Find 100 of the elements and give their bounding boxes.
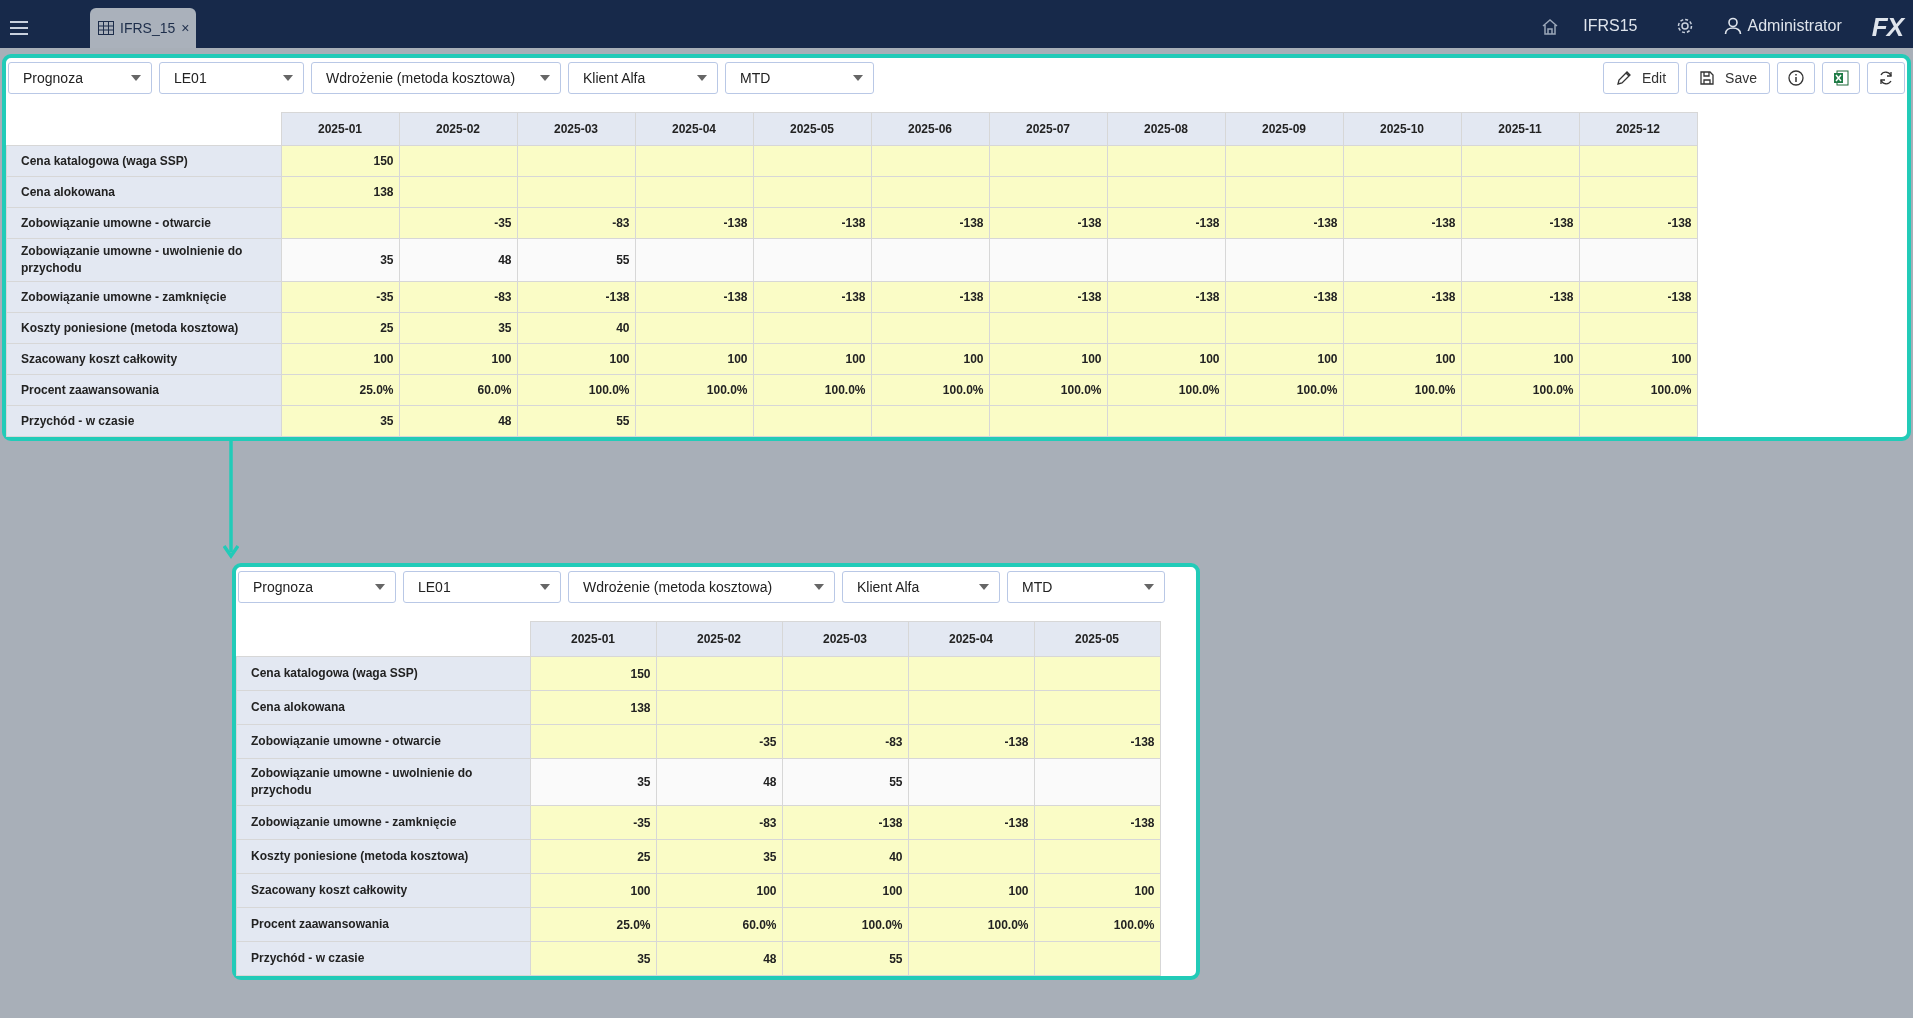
table-cell[interactable]: -138 (753, 207, 871, 239)
table-cell[interactable]: 60.0% (656, 907, 782, 942)
table-cell[interactable]: 60.0% (399, 374, 517, 406)
table-cell[interactable]: -138 (1034, 805, 1160, 840)
table-cell[interactable]: -138 (1107, 281, 1225, 313)
table-cell[interactable]: 100 (871, 343, 989, 375)
table-cell[interactable]: 100.0% (989, 374, 1107, 406)
table-cell[interactable]: 138 (530, 690, 656, 725)
table-cell[interactable]: 100.0% (1579, 374, 1697, 406)
table-cell[interactable]: 35 (399, 312, 517, 344)
table-cell[interactable]: -138 (871, 281, 989, 313)
table-cell[interactable]: 100.0% (1343, 374, 1461, 406)
table-cell[interactable]: 100.0% (1107, 374, 1225, 406)
table-cell[interactable]: 100 (635, 343, 753, 375)
table-cell[interactable]: 100 (1343, 343, 1461, 375)
table-cell[interactable]: 100.0% (908, 907, 1034, 942)
home-icon[interactable] (1541, 19, 1560, 35)
table-cell[interactable]: 100 (517, 343, 635, 375)
table-cell[interactable]: 25.0% (281, 374, 399, 406)
table-cell[interactable]: -138 (1034, 724, 1160, 759)
refresh-button[interactable] (1867, 62, 1905, 94)
table-cell[interactable]: 100 (1461, 343, 1579, 375)
dropdown[interactable]: MTD (1007, 571, 1165, 603)
table-cell[interactable]: 40 (517, 312, 635, 344)
table-cell[interactable]: 100 (530, 873, 656, 908)
table-cell[interactable]: 100 (989, 343, 1107, 375)
table-cell[interactable]: -138 (1343, 281, 1461, 313)
table-cell[interactable]: -138 (1461, 207, 1579, 239)
dropdown[interactable]: Klient Alfa (568, 62, 718, 94)
settings-icon[interactable] (1675, 17, 1694, 35)
table-cell[interactable]: 25 (281, 312, 399, 344)
close-button[interactable]: × (181, 20, 190, 36)
table-cell[interactable]: 100 (656, 873, 782, 908)
table-cell[interactable]: 100 (1107, 343, 1225, 375)
table-cell[interactable]: -138 (1225, 281, 1343, 313)
save-button[interactable]: Save (1686, 62, 1770, 94)
dropdown[interactable]: Prognoza (8, 62, 152, 94)
dropdown[interactable]: LE01 (159, 62, 304, 94)
edit-button[interactable]: Edit (1602, 62, 1680, 94)
table-cell[interactable]: -138 (1107, 207, 1225, 239)
table-cell[interactable]: 100.0% (635, 374, 753, 406)
table-cell[interactable]: -83 (399, 281, 517, 313)
table-cell[interactable]: -138 (782, 805, 908, 840)
table-cell[interactable]: 35 (530, 941, 656, 976)
table-cell[interactable]: -138 (1225, 207, 1343, 239)
table-cell[interactable]: 100 (1034, 873, 1160, 908)
table-cell[interactable]: -138 (635, 281, 753, 313)
table-cell[interactable]: 25 (530, 839, 656, 874)
table-cell[interactable]: 100 (1225, 343, 1343, 375)
tab[interactable]: IFRS_15 × (90, 8, 196, 48)
table-cell[interactable]: 55 (517, 405, 635, 437)
table-cell[interactable]: -138 (908, 724, 1034, 759)
table-cell[interactable]: 48 (656, 941, 782, 976)
table-cell[interactable]: 25.0% (530, 907, 656, 942)
table-cell[interactable]: 100.0% (1034, 907, 1160, 942)
dropdown[interactable]: Wdrożenie (metoda kosztowa) (568, 571, 835, 603)
dropdown[interactable]: MTD (725, 62, 874, 94)
table-cell[interactable]: 100 (281, 343, 399, 375)
table-cell[interactable]: 100 (908, 873, 1034, 908)
user-menu[interactable]: Administrator (1723, 17, 1842, 35)
table-cell[interactable]: -35 (530, 805, 656, 840)
table-cell[interactable]: 100 (1579, 343, 1697, 375)
table-cell[interactable]: 35 (281, 405, 399, 437)
table-cell[interactable]: 100.0% (1461, 374, 1579, 406)
excel-button[interactable] (1822, 62, 1860, 94)
table-cell[interactable]: -35 (281, 281, 399, 313)
table-cell[interactable]: -138 (1461, 281, 1579, 313)
table-cell[interactable]: -138 (517, 281, 635, 313)
table-cell[interactable]: -35 (656, 724, 782, 759)
table-cell[interactable]: 55 (782, 941, 908, 976)
table-cell[interactable]: -83 (782, 724, 908, 759)
table-cell[interactable]: 100.0% (871, 374, 989, 406)
table-cell[interactable]: -83 (656, 805, 782, 840)
table-cell[interactable]: -138 (871, 207, 989, 239)
table-cell[interactable]: -138 (989, 281, 1107, 313)
table-cell[interactable]: -83 (517, 207, 635, 239)
dropdown[interactable]: Prognoza (238, 571, 396, 603)
table-cell[interactable]: 100 (782, 873, 908, 908)
table-cell[interactable]: 100.0% (753, 374, 871, 406)
dropdown[interactable]: LE01 (403, 571, 561, 603)
table-cell[interactable]: 40 (782, 839, 908, 874)
table-cell[interactable]: -138 (753, 281, 871, 313)
table-cell[interactable]: 138 (281, 176, 399, 208)
table-cell[interactable]: -138 (635, 207, 753, 239)
table-cell[interactable]: 100 (753, 343, 871, 375)
table-cell[interactable]: 100 (399, 343, 517, 375)
table-cell[interactable]: -35 (399, 207, 517, 239)
table-cell[interactable]: 150 (281, 145, 399, 177)
table-cell[interactable]: 100.0% (782, 907, 908, 942)
dropdown[interactable]: Wdrożenie (metoda kosztowa) (311, 62, 561, 94)
table-cell[interactable]: 150 (530, 656, 656, 691)
dropdown[interactable]: Klient Alfa (842, 571, 1000, 603)
table-cell[interactable]: 100.0% (1225, 374, 1343, 406)
menu-icon[interactable] (10, 21, 28, 35)
table-cell[interactable]: -138 (1579, 281, 1697, 313)
info-button[interactable] (1777, 62, 1815, 94)
table-cell[interactable]: -138 (989, 207, 1107, 239)
table-cell[interactable]: 35 (656, 839, 782, 874)
table-cell[interactable]: -138 (1343, 207, 1461, 239)
table-cell[interactable]: 100.0% (517, 374, 635, 406)
